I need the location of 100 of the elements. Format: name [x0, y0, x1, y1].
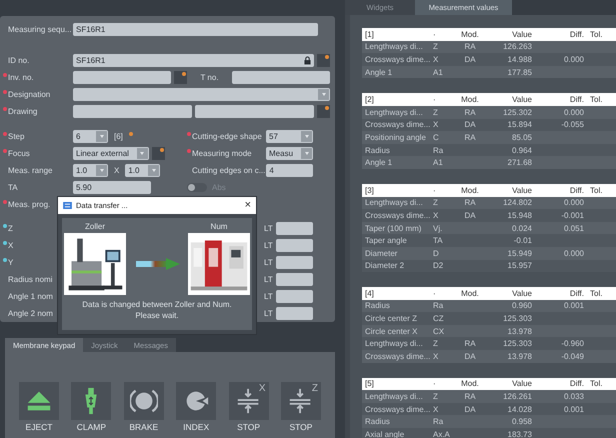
- column-header: Tol.: [589, 30, 604, 39]
- table-cell-text: -0.049: [560, 352, 585, 361]
- table-cell-text: Angle 1: [364, 68, 394, 77]
- dropdown[interactable]: [73, 88, 330, 101]
- table-cell-text: -0.001: [560, 210, 585, 220]
- table-cell-text: 125.303: [502, 314, 533, 324]
- table-cell-text: Radius: [364, 146, 391, 155]
- table-cell-text: 0.024: [510, 224, 533, 233]
- table-cell-text: RA: [463, 42, 477, 52]
- table-cell-text: Ra: [432, 301, 444, 310]
- table-cell-text: Lengthways di...: [364, 42, 424, 52]
- dot-button[interactable]: [152, 147, 165, 160]
- text-field[interactable]: [232, 71, 330, 84]
- dropdown[interactable]: Measu: [266, 147, 313, 160]
- text-field[interactable]: [276, 222, 313, 235]
- text-field[interactable]: [276, 256, 313, 269]
- table-cell-text: Crossways dime...: [364, 210, 430, 220]
- dot-button[interactable]: [317, 105, 330, 118]
- table-cell-text: 183.73: [506, 430, 533, 438]
- dropdown[interactable]: 1.0: [73, 164, 108, 177]
- column-header: [5]: [364, 379, 375, 388]
- column-header: Diff.: [568, 186, 585, 195]
- table-cell-text: CZ: [432, 314, 445, 324]
- table-cell-text: 14.988: [506, 54, 533, 64]
- dropdown[interactable]: 57: [266, 130, 313, 143]
- table-cell-text: X: [432, 54, 440, 64]
- dot-button[interactable]: [174, 71, 188, 84]
- table-cell-text: RA: [463, 108, 477, 117]
- table-cell-text: Taper angle: [364, 236, 408, 246]
- table-cell-text: Lengthways di...: [364, 198, 424, 208]
- text-field[interactable]: [276, 290, 313, 303]
- text-field[interactable]: SF16R1: [73, 23, 318, 36]
- dropdown[interactable]: 1.0: [125, 164, 160, 177]
- table-cell-text: X: [432, 404, 440, 414]
- dropdown[interactable]: 6: [73, 130, 108, 143]
- table-cell-text: Ra: [432, 417, 444, 426]
- table-cell-text: Crossways dime...: [364, 54, 430, 64]
- field-label: X: [8, 241, 14, 250]
- field-label: Focus: [8, 149, 30, 158]
- column-header: Mod.: [460, 95, 480, 104]
- table-cell-text: 13.978: [506, 326, 533, 336]
- column-header: Mod.: [460, 30, 480, 39]
- table-cell-text: Lengthways di...: [364, 392, 424, 402]
- transfer-arrow: [136, 258, 180, 270]
- table-cell-text: D2: [432, 261, 444, 270]
- table-cell-text: Crossways dime...: [364, 404, 430, 414]
- machine-label: Zoller: [84, 222, 105, 231]
- table-cell-text: -0.055: [560, 120, 585, 130]
- table-cell-text: RA: [463, 339, 477, 348]
- field-label: Inv. no.: [8, 73, 34, 82]
- table-cell-text: Ra: [432, 146, 444, 155]
- table-cell-text: 0.051: [562, 224, 585, 233]
- table-cell-text: DA: [463, 352, 477, 361]
- table-cell-text: RA: [463, 392, 477, 402]
- indicator-dot: [128, 132, 133, 136]
- table-cell-text: Crossways dime...: [364, 352, 430, 361]
- close-button[interactable]: ×: [244, 200, 251, 211]
- table-cell-text: X: [432, 210, 440, 220]
- text-field[interactable]: [73, 105, 192, 118]
- text-field[interactable]: SF16R1: [73, 54, 314, 67]
- value-text: X: [113, 166, 120, 175]
- machine-label: Num: [210, 222, 228, 231]
- column-header: ·: [432, 186, 437, 195]
- table-cell-text: 177.85: [506, 68, 533, 77]
- text-field[interactable]: [195, 105, 314, 118]
- table-cell-text: Angle 1: [364, 158, 394, 168]
- column-header: [1]: [364, 30, 375, 39]
- text-field[interactable]: [276, 239, 313, 252]
- field-label: Z: [8, 224, 13, 233]
- dropdown[interactable]: Linear external: [73, 147, 149, 160]
- column-header: Value: [511, 186, 533, 195]
- column-header: Tol.: [589, 379, 604, 388]
- dot-button[interactable]: [317, 54, 330, 67]
- app-icon: [63, 202, 72, 209]
- table-cell-text: DA: [463, 120, 477, 130]
- column-header: ·: [432, 30, 437, 39]
- text-field[interactable]: [276, 307, 313, 320]
- field-label: T no.: [199, 73, 220, 82]
- column-header: [2]: [364, 95, 375, 104]
- table-cell-text: A1: [432, 158, 444, 168]
- value-text: [6]: [113, 132, 124, 141]
- field-label: LT: [264, 309, 273, 318]
- field-label: TA: [8, 183, 18, 192]
- table-cell-text: 15.949: [506, 248, 533, 258]
- text-field[interactable]: 5.90: [73, 181, 151, 194]
- text-field[interactable]: 4: [266, 164, 313, 177]
- table-cell-text: 125.302: [502, 108, 533, 117]
- brake-icon: [130, 387, 158, 415]
- column-header: Diff.: [568, 379, 585, 388]
- table-cell-text: Diameter 2: [364, 261, 406, 270]
- text-field[interactable]: [73, 71, 172, 84]
- table-cell-text: RA: [463, 132, 477, 142]
- field-label: Cutting edges on c...: [192, 166, 266, 175]
- field-label: Designation: [8, 90, 50, 99]
- column-header: Mod.: [460, 379, 480, 388]
- column-header: ·: [432, 95, 437, 104]
- text-field[interactable]: [276, 273, 313, 286]
- column-header: Tol.: [589, 95, 604, 104]
- column-header: Value: [511, 288, 533, 298]
- table-cell-text: Lengthways di...: [364, 108, 424, 117]
